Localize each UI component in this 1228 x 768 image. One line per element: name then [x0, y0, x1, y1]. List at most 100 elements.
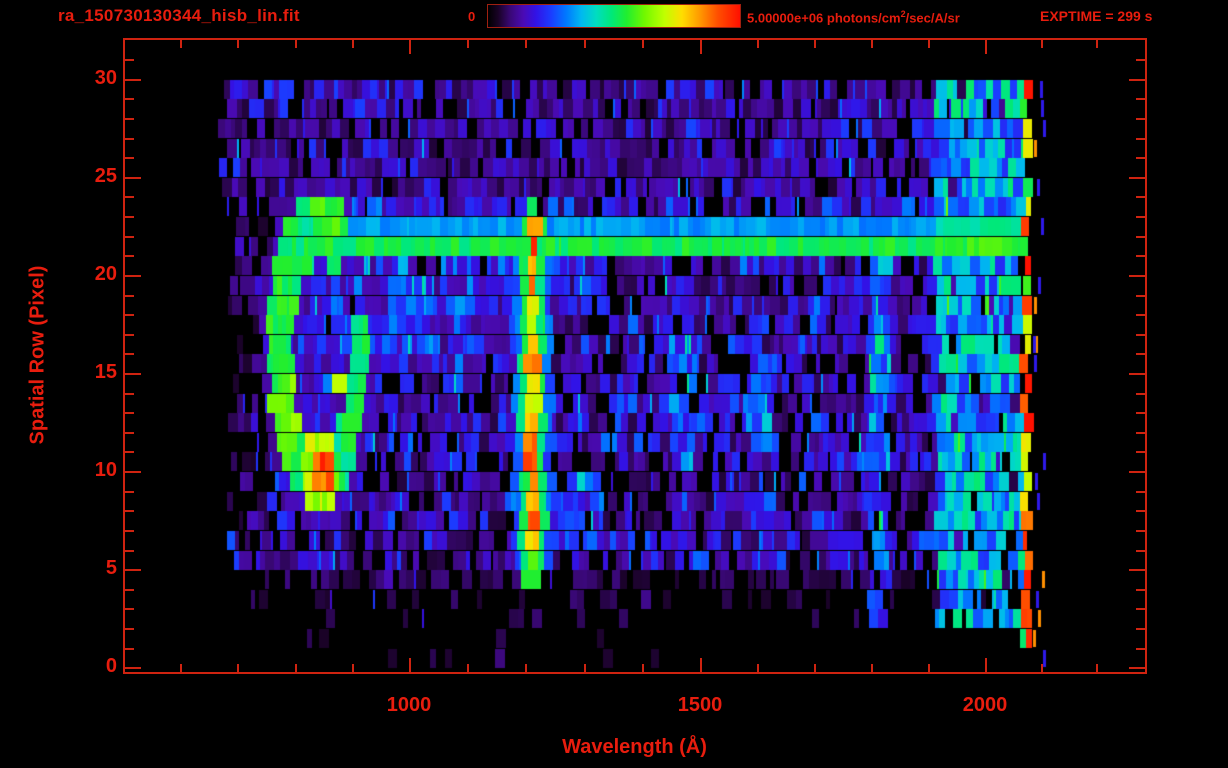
x-axis-tick [928, 664, 930, 674]
y-axis-tick-right [1136, 157, 1145, 159]
x-axis-tick-top [525, 38, 527, 48]
x-axis-tick [584, 664, 586, 674]
x-axis-tick-top [409, 38, 411, 54]
y-axis-tick-right [1136, 196, 1145, 198]
x-axis-tick-label: 1000 [386, 694, 432, 716]
x-axis-tick [814, 664, 816, 674]
plot-border-left [123, 38, 125, 674]
y-axis-tick-label: 10 [94, 459, 117, 481]
y-axis-tick [125, 393, 134, 395]
y-axis-tick [125, 432, 134, 434]
x-axis-tick [1041, 664, 1043, 674]
y-axis-tick [125, 79, 141, 81]
y-axis-tick-right [1129, 79, 1145, 81]
x-axis-tick [352, 664, 354, 674]
y-axis-tick-right [1136, 550, 1145, 552]
y-axis-title: Spatial Row (Pixel) [26, 265, 49, 445]
x-axis-tick-top [642, 38, 644, 48]
colorbar-max-text: 5.00000e+06 photons/cm [747, 10, 901, 26]
x-axis-tick [525, 664, 527, 674]
x-axis-tick-top [985, 38, 987, 54]
y-axis-tick [125, 236, 134, 238]
y-axis-tick-right [1129, 177, 1145, 179]
x-axis-tick [409, 658, 411, 674]
y-axis-tick [125, 412, 134, 414]
y-axis-tick-right [1136, 608, 1145, 610]
x-axis-tick-label: 1500 [677, 694, 723, 716]
y-axis-tick [125, 295, 134, 297]
colorbar-min-label: 0 [468, 9, 476, 24]
y-axis-tick-right [1136, 236, 1145, 238]
x-axis-tick [757, 664, 759, 674]
y-axis-tick-right [1136, 216, 1145, 218]
y-axis-tick [125, 59, 134, 61]
plot-border-bottom [123, 672, 1146, 674]
y-axis-tick [125, 255, 134, 257]
x-axis-tick-top [295, 38, 297, 48]
plot-border-right [1145, 38, 1147, 674]
x-axis-tick [642, 664, 644, 674]
x-axis-tick-top [814, 38, 816, 48]
y-axis-tick-right [1136, 589, 1145, 591]
y-axis-tick [125, 275, 141, 277]
y-axis-tick-right [1136, 530, 1145, 532]
y-axis-tick [125, 98, 134, 100]
x-axis-tick-top [467, 38, 469, 48]
x-axis-tick-label: 2000 [962, 694, 1008, 716]
y-axis-tick [125, 667, 141, 669]
x-axis-tick [1096, 664, 1098, 674]
y-axis-tick [125, 314, 134, 316]
x-axis-tick-top [1096, 38, 1098, 48]
y-axis-tick-right [1136, 255, 1145, 257]
y-axis-tick [125, 216, 134, 218]
y-axis-tick [125, 373, 141, 375]
y-axis-tick-right [1136, 648, 1145, 650]
x-axis-tick-top [757, 38, 759, 48]
y-axis-tick-right [1136, 334, 1145, 336]
x-axis-tick [700, 658, 702, 674]
y-axis-tick-right [1136, 98, 1145, 100]
x-axis-title: Wavelength (Å) [562, 736, 707, 758]
y-axis-tick-right [1136, 432, 1145, 434]
y-axis-tick-right [1136, 451, 1145, 453]
y-axis-tick-right [1136, 510, 1145, 512]
filename-title: ra_150730130344_hisb_lin.fit [58, 6, 300, 25]
y-axis-tick-label: 0 [105, 655, 117, 677]
x-axis-tick-top [352, 38, 354, 48]
x-axis-tick-top [1041, 38, 1043, 48]
colorbar-gradient [487, 4, 741, 28]
x-axis-tick [295, 664, 297, 674]
y-axis-tick-right [1129, 569, 1145, 571]
y-axis-tick [125, 157, 134, 159]
y-axis-tick-right [1136, 138, 1145, 140]
y-axis-tick [125, 353, 134, 355]
y-axis-tick [125, 608, 134, 610]
y-axis-tick [125, 550, 134, 552]
y-axis-tick-right [1136, 393, 1145, 395]
y-axis-tick [125, 334, 134, 336]
y-axis-tick [125, 648, 134, 650]
colorbar-max-units: /sec/A/sr [905, 10, 960, 26]
y-axis-tick-label: 30 [94, 67, 117, 89]
y-axis-tick-right [1136, 628, 1145, 630]
y-axis-tick-right [1129, 471, 1145, 473]
y-axis-tick [125, 471, 141, 473]
x-axis-tick-top [180, 38, 182, 48]
y-axis-tick [125, 589, 134, 591]
y-axis-tick-right [1136, 118, 1145, 120]
spectral-heatmap-canvas [0, 0, 1228, 768]
y-axis-tick-label: 20 [94, 263, 117, 285]
x-axis-tick [871, 664, 873, 674]
x-axis-tick-top [928, 38, 930, 48]
y-axis-tick [125, 530, 134, 532]
y-axis-tick-label: 25 [94, 165, 117, 187]
x-axis-tick-top [584, 38, 586, 48]
x-axis-tick [237, 664, 239, 674]
x-axis-tick [180, 664, 182, 674]
y-axis-tick-right [1129, 667, 1145, 669]
y-axis-tick-right [1136, 59, 1145, 61]
y-axis-tick [125, 138, 134, 140]
y-axis-tick [125, 451, 134, 453]
colorbar-max-label: 5.00000e+06 photons/cm2/sec/A/sr [747, 9, 960, 25]
y-axis-tick-right [1136, 412, 1145, 414]
